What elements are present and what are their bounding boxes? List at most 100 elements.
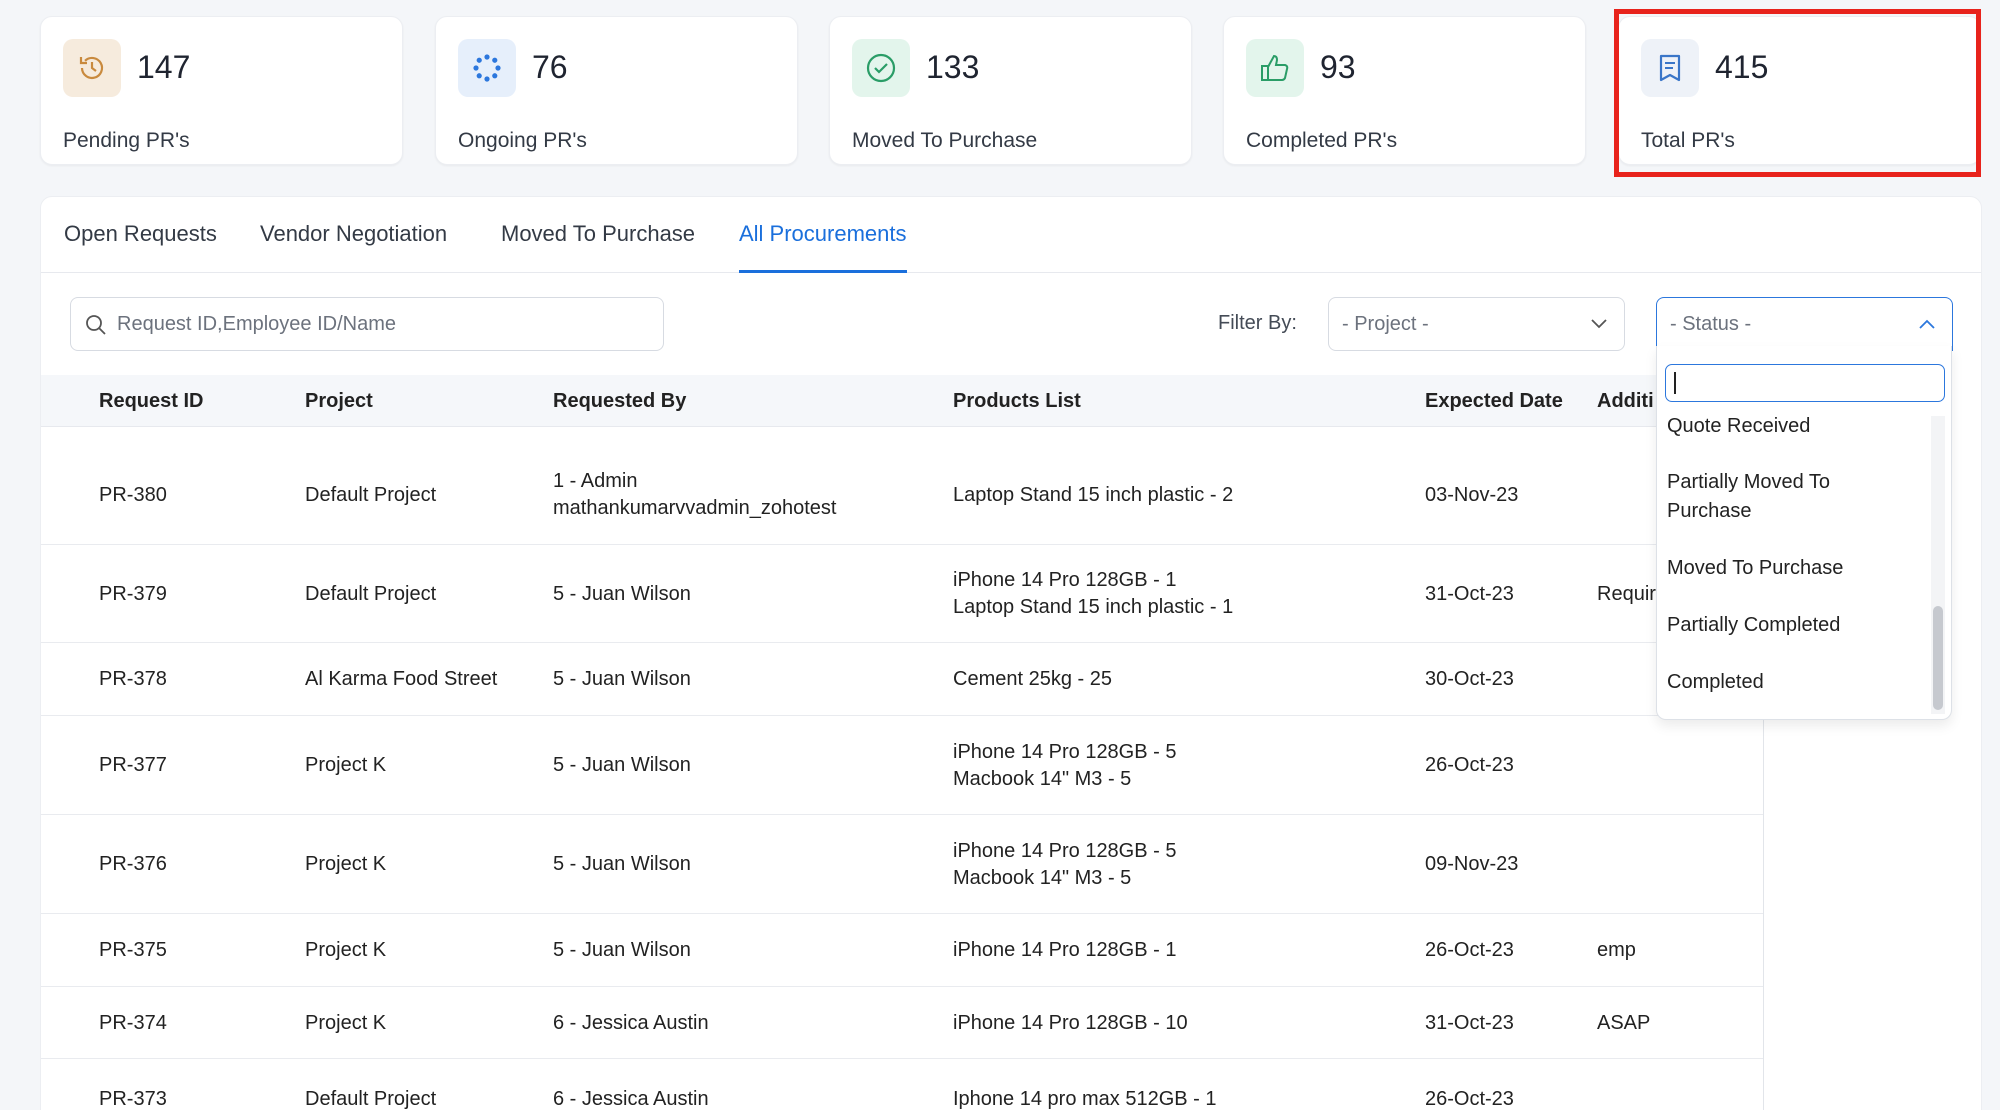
bookmark-doc-icon [1641,39,1699,97]
status-option-moved-to-purchase[interactable]: Moved To Purchase [1667,554,1843,583]
request-id-cell: PR-379 [99,582,167,605]
additional-cell: ASAP [1597,1011,1651,1034]
requested-by-cell: 1 - Admin mathankumarvvadmin_zohotest [553,470,837,519]
table-body: PR-380 Default Project 1 - Admin mathankuma… [41,445,1763,1110]
products-cell: iPhone 14 Pro 128GB - 1 [953,939,1177,961]
search-input[interactable]: Request ID,Employee ID/Name [70,297,664,351]
requested-by-cell: 5 - Juan Wilson [553,668,691,690]
project-select[interactable]: - Project - [1328,297,1625,351]
status-option-quote-received[interactable]: Quote Received [1667,412,1810,441]
col-requested-by[interactable]: Requested By [553,390,686,413]
tab-all-procurements[interactable]: All Procurements [739,221,907,247]
table-row[interactable]: PR-380 Default Project 1 - Admin mathankuma… [41,445,1763,545]
status-option-partially-completed[interactable]: Partially Completed [1667,611,1840,640]
project-cell: Project K [305,939,387,961]
products-cell: iPhone 14 Pro 128GB - 10 [953,1011,1188,1034]
search-icon [86,315,106,335]
search-placeholder: Request ID,Employee ID/Name [117,313,397,335]
col-expected-date[interactable]: Expected Date [1425,390,1563,413]
stat-card-completed-pr-s[interactable]: 93 Completed PR's [1223,16,1586,165]
additional-cell: emp [1597,939,1636,961]
products-cell: Iphone 14 pro max 512GB - 1 [953,1087,1217,1110]
stat-label: Moved To Purchase [852,129,1038,152]
request-id-cell: PR-378 [99,668,167,690]
tab-open-requests[interactable]: Open Requests [64,221,217,247]
products-cell: Laptop Stand 15 inch plastic - 2 [953,483,1234,506]
requested-by-cell: 5 - Juan Wilson [553,939,691,961]
request-id-cell: PR-376 [99,853,167,875]
status-option-completed[interactable]: Completed [1667,668,1764,697]
requested-by-cell: 5 - Juan Wilson [553,582,691,605]
stat-value: 93 [1320,49,1356,85]
project-cell: Project K [305,754,387,776]
table-row[interactable]: PR-377 Project K 5 - Juan Wilson iPhone 14 … [41,716,1763,815]
project-cell: Project K [305,853,387,875]
active-tab-indicator [739,270,907,273]
col-project[interactable]: Project [305,390,373,413]
status-select-value: - Status - [1670,313,1752,335]
project-cell: Al Karma Food Street [305,668,498,690]
status-select[interactable]: - Status - [1656,297,1953,351]
stat-label: Pending PR's [63,129,190,152]
chevron-down-icon [1591,319,1607,329]
thumbs-up-icon [1246,39,1304,97]
requested-by-cell: 5 - Juan Wilson [553,754,691,776]
expected-date-cell: 09-Nov-23 [1425,853,1519,875]
project-cell: Default Project [305,582,437,605]
project-cell: Default Project [305,1087,437,1110]
requested-by-cell: 5 - Juan Wilson [553,853,691,875]
col-request-id[interactable]: Request ID [99,390,203,413]
table-row[interactable]: PR-374 Project K 6 - Jessica Austin iPhone … [41,987,1763,1059]
table-row[interactable]: PR-373 Default Project 6 - Jessica Austin I… [41,1059,1763,1110]
stat-card-total-pr-s[interactable]: 415 Total PR's [1618,16,1981,165]
requested-by-cell: 6 - Jessica Austin [553,1087,709,1110]
project-cell: Project K [305,1011,387,1034]
expected-date-cell: 26-Oct-23 [1425,939,1514,961]
request-id-cell: PR-374 [99,1011,167,1034]
loading-dots-icon [458,39,516,97]
stat-card-pending-pr-s[interactable]: 147 Pending PR's [40,16,403,165]
request-id-cell: PR-375 [99,939,167,961]
tab-bar: Open Requests Vendor Negotiation Moved T… [41,197,1981,273]
stat-label: Total PR's [1641,129,1735,152]
chevron-up-icon [1919,319,1935,329]
products-cell: Cement 25kg - 25 [953,668,1112,690]
table-row[interactable]: PR-376 Project K 5 - Juan Wilson iPhone 14 … [41,815,1763,914]
status-option-partially-moved-to-purchase[interactable]: Partially Moved To Purchase [1667,468,1867,526]
text-caret [1674,372,1676,394]
table-row[interactable]: PR-375 Project K 5 - Juan Wilson iPhone 14 … [41,914,1763,987]
stat-value: 147 [137,49,191,85]
stat-label: Completed PR's [1246,129,1398,152]
check-circle-icon [852,39,910,97]
stat-card-moved-to-purchase[interactable]: 133 Moved To Purchase [829,16,1192,165]
stat-value: 133 [926,49,980,85]
stat-label: Ongoing PR's [458,129,587,152]
additional-cell: Requir [1597,582,1656,605]
table-header: Request ID Project Requested By Products… [41,375,1761,427]
col-products-list[interactable]: Products List [953,390,1081,413]
products-cell: iPhone 14 Pro 128GB - 5 Macbook 14" M3 - … [953,839,1177,889]
expected-date-cell: 26-Oct-23 [1425,754,1514,776]
dropdown-scrollbar[interactable] [1933,606,1943,710]
expected-date-cell: 26-Oct-23 [1425,1087,1514,1110]
stat-value: 415 [1715,49,1769,85]
products-cell: iPhone 14 Pro 128GB - 1 Laptop Stand 15 i… [953,569,1234,618]
col-additional[interactable]: Additi [1597,390,1654,413]
expected-date-cell: 31-Oct-23 [1425,582,1514,605]
expected-date-cell: 03-Nov-23 [1425,483,1519,506]
table-row[interactable]: PR-379 Default Project 5 - Juan Wilson iPho… [41,545,1763,643]
project-cell: Default Project [305,483,437,506]
table-row[interactable]: PR-378 Al Karma Food Street 5 - Juan Wilso… [41,643,1763,716]
request-id-cell: PR-380 [99,483,167,506]
history-icon [63,39,121,97]
stat-card-ongoing-pr-s[interactable]: 76 Ongoing PR's [435,16,798,165]
expected-date-cell: 31-Oct-23 [1425,1011,1514,1034]
filter-label: Filter By: [1218,312,1297,334]
project-select-value: - Project - [1342,313,1429,335]
status-search-input[interactable] [1665,364,1945,402]
expected-date-cell: 30-Oct-23 [1425,668,1514,690]
status-dropdown: Quote Received Partially Moved To Purcha… [1656,346,1952,720]
request-id-cell: PR-373 [99,1087,167,1110]
tab-vendor-negotiation[interactable]: Vendor Negotiation [260,221,447,247]
tab-moved-to-purchase[interactable]: Moved To Purchase [501,221,695,247]
